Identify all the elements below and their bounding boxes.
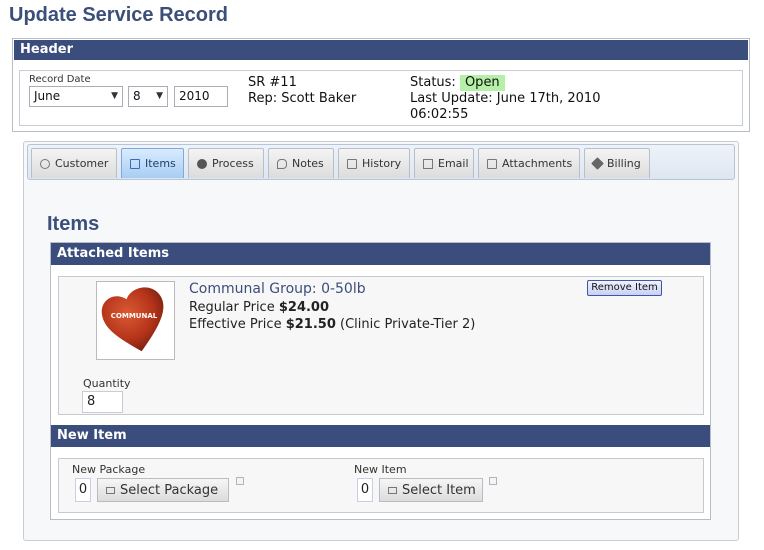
regular-price-label: Regular Price	[189, 300, 275, 315]
effective-price: $21.50	[285, 317, 336, 332]
tab-strip: Customer Items Process Notes History Ema…	[27, 144, 735, 180]
chevron-down-icon: ▼	[156, 91, 163, 101]
last-update: Last Update: June 17th, 2010	[410, 91, 601, 106]
tag-icon	[591, 157, 604, 170]
history-icon	[347, 158, 357, 169]
thumb-text: COMMUNAL	[111, 312, 158, 320]
last-update-time: 06:02:55	[410, 107, 469, 122]
select-item-label: Select Item	[402, 482, 476, 498]
year-input[interactable]: 2010	[174, 86, 228, 107]
tab-label: Items	[145, 157, 176, 170]
items-heading: Items	[47, 213, 100, 235]
select-package-label: Select Package	[120, 482, 219, 498]
status-line: Status: Open	[410, 75, 505, 91]
email-icon	[423, 158, 433, 169]
day-value: 8	[133, 89, 141, 103]
tab-label: Email	[438, 157, 469, 170]
tab-billing[interactable]: Billing	[584, 148, 650, 178]
tabs-panel: Customer Items Process Notes History Ema…	[23, 141, 739, 541]
attached-items-section: Attached Items COMMUNAL Communal Group: …	[50, 242, 711, 520]
select-item-button[interactable]: Select Item	[379, 478, 483, 502]
tab-label: Customer	[55, 157, 109, 170]
tab-email[interactable]: Email	[414, 148, 474, 178]
remove-item-button[interactable]: Remove Item	[587, 280, 662, 296]
page-title: Update Service Record	[9, 4, 228, 26]
notes-icon	[277, 158, 287, 169]
new-item-box: New Package 0 Select Package New Item 0 …	[58, 458, 704, 513]
attached-items-bar: Attached Items	[51, 243, 710, 265]
person-icon	[40, 158, 50, 169]
effective-price-label: Effective Price	[189, 317, 282, 332]
popup-icon	[106, 486, 115, 494]
tab-history[interactable]: History	[338, 148, 410, 178]
tab-label: Process	[212, 157, 254, 170]
month-select[interactable]: June ▼	[29, 86, 123, 107]
sr-number: SR #11	[248, 75, 297, 90]
status-badge: Open	[459, 75, 505, 91]
tab-label: Attachments	[502, 157, 573, 170]
regular-price-line: Regular Price $24.00	[189, 300, 329, 315]
new-item-count: 0	[357, 478, 373, 502]
tab-label: Notes	[292, 157, 324, 170]
new-package-label: New Package	[72, 463, 146, 476]
header-section: Header Record Date June ▼ 8 ▼ 2010 SR #1…	[12, 38, 750, 132]
popup-icon	[388, 486, 397, 494]
heart-icon: COMMUNAL	[101, 287, 164, 352]
day-select[interactable]: 8 ▼	[128, 86, 168, 107]
regular-price: $24.00	[278, 300, 330, 315]
chevron-down-icon: ▼	[111, 91, 118, 101]
effective-price-line: Effective Price $21.50 (Clinic Private-T…	[189, 317, 475, 332]
record-date-label: Record Date	[29, 74, 91, 85]
attached-item: COMMUNAL Communal Group: 0-50lb Regular …	[58, 276, 704, 415]
items-icon	[130, 158, 140, 169]
clock-icon	[197, 158, 207, 169]
attachment-icon	[487, 158, 497, 169]
item-checkbox[interactable]	[489, 477, 497, 485]
package-checkbox[interactable]	[236, 477, 244, 485]
tab-label: History	[362, 157, 402, 170]
new-item-bar: New Item	[51, 425, 710, 447]
header-info: Record Date June ▼ 8 ▼ 2010 SR #11 Rep: …	[19, 70, 743, 126]
month-value: June	[34, 89, 61, 103]
tab-items[interactable]: Items	[121, 148, 184, 178]
tab-label: Billing	[607, 157, 641, 170]
tab-attachments[interactable]: Attachments	[478, 148, 580, 178]
quantity-label: Quantity	[83, 377, 131, 390]
item-thumbnail: COMMUNAL	[96, 281, 175, 360]
header-bar: Header	[14, 40, 748, 60]
effective-price-note: (Clinic Private-Tier 2)	[340, 317, 476, 332]
status-label: Status:	[410, 75, 456, 90]
new-item-label: New Item	[354, 463, 407, 476]
tab-customer[interactable]: Customer	[31, 148, 117, 178]
item-name: Communal Group: 0-50lb	[189, 281, 366, 297]
tab-notes[interactable]: Notes	[268, 148, 334, 178]
quantity-input[interactable]: 8	[82, 391, 123, 413]
tab-process[interactable]: Process	[188, 148, 264, 178]
new-package-count: 0	[75, 478, 91, 502]
rep-name: Rep: Scott Baker	[248, 91, 357, 106]
select-package-button[interactable]: Select Package	[97, 478, 229, 502]
